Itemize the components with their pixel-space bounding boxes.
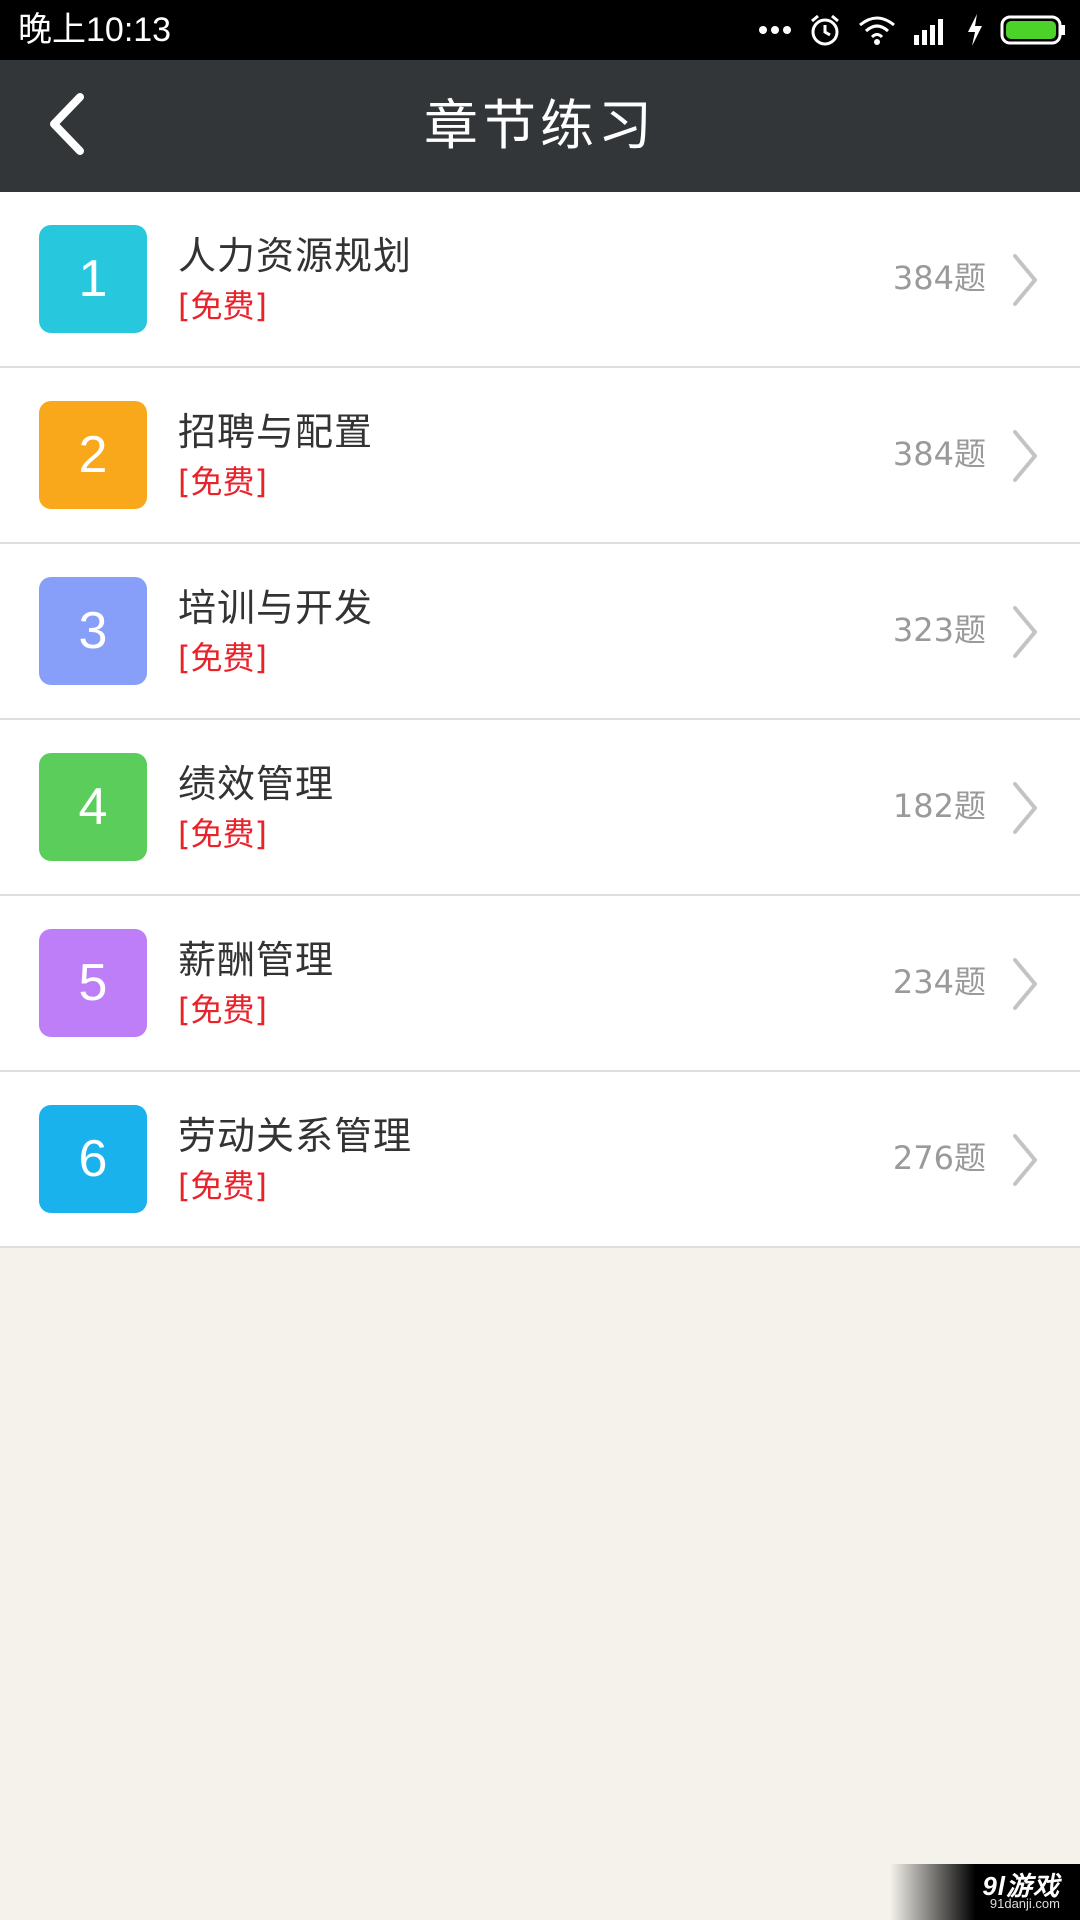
status-icons (758, 8, 1066, 52)
chapter-number-badge: 1 (39, 225, 147, 333)
chapter-row[interactable]: 1 人力资源规划 [免费] 384题 (0, 192, 1080, 368)
chapter-number-badge: 5 (39, 929, 147, 1037)
signal-icon (912, 15, 950, 45)
more-dots-icon (758, 24, 792, 36)
free-tag: [免费] (178, 287, 267, 325)
charging-icon (966, 14, 984, 46)
title-bar: 章节练习 (0, 60, 1080, 192)
wifi-icon (858, 15, 896, 45)
question-count: 384题 (892, 435, 986, 473)
chapter-row[interactable]: 6 劳动关系管理 [免费] 276题 (0, 1072, 1080, 1248)
chapter-title: 培训与开发 (178, 586, 374, 630)
chapter-title: 招聘与配置 (178, 410, 374, 454)
free-tag: [免费] (178, 463, 267, 501)
page-title: 章节练习 (424, 94, 656, 157)
free-tag: [免费] (178, 991, 267, 1029)
question-count: 182题 (892, 787, 986, 825)
question-count: 384题 (892, 259, 986, 297)
chapter-number-badge: 2 (39, 401, 147, 509)
status-time: 晚上10:13 (18, 11, 172, 49)
chapter-title: 绩效管理 (178, 762, 335, 806)
chapter-number-badge: 6 (39, 1105, 147, 1213)
chapter-number-badge: 4 (39, 753, 147, 861)
chevron-right-icon (1013, 606, 1037, 658)
free-tag: [免费] (178, 639, 267, 677)
chapter-row[interactable]: 2 招聘与配置 [免费] 384题 (0, 368, 1080, 544)
watermark-domain: 91danji.com (989, 1896, 1060, 1911)
alarm-icon (808, 13, 842, 47)
battery-icon (1000, 15, 1066, 45)
chapter-row[interactable]: 4 绩效管理 [免费] 182题 (0, 720, 1080, 896)
chapter-list: 1 人力资源规划 [免费] 384题 2 招聘与配置 [免费] 384题 3 培… (0, 192, 1080, 1248)
chevron-right-icon (1013, 958, 1037, 1010)
chapter-title: 劳动关系管理 (178, 1114, 413, 1158)
chapter-row[interactable]: 3 培训与开发 [免费] 323题 (0, 544, 1080, 720)
chevron-right-icon (1013, 254, 1037, 306)
chevron-right-icon (1013, 782, 1037, 834)
question-count: 323题 (892, 611, 986, 649)
chevron-left-icon (44, 91, 88, 161)
free-tag: [免费] (178, 815, 267, 853)
chevron-right-icon (1013, 1134, 1037, 1186)
chapter-row[interactable]: 5 薪酬管理 [免费] 234题 (0, 896, 1080, 1072)
back-button[interactable] (24, 84, 108, 168)
question-count: 234题 (892, 963, 986, 1001)
status-bar: 晚上10:13 (0, 0, 1080, 60)
chapter-number-badge: 3 (39, 577, 147, 685)
chapter-title: 薪酬管理 (178, 938, 335, 982)
watermark: 9l游戏 91danji.com (890, 1864, 1080, 1920)
chevron-right-icon (1013, 430, 1037, 482)
free-tag: [免费] (178, 1167, 267, 1205)
question-count: 276题 (892, 1139, 986, 1177)
chapter-title: 人力资源规划 (178, 234, 413, 278)
